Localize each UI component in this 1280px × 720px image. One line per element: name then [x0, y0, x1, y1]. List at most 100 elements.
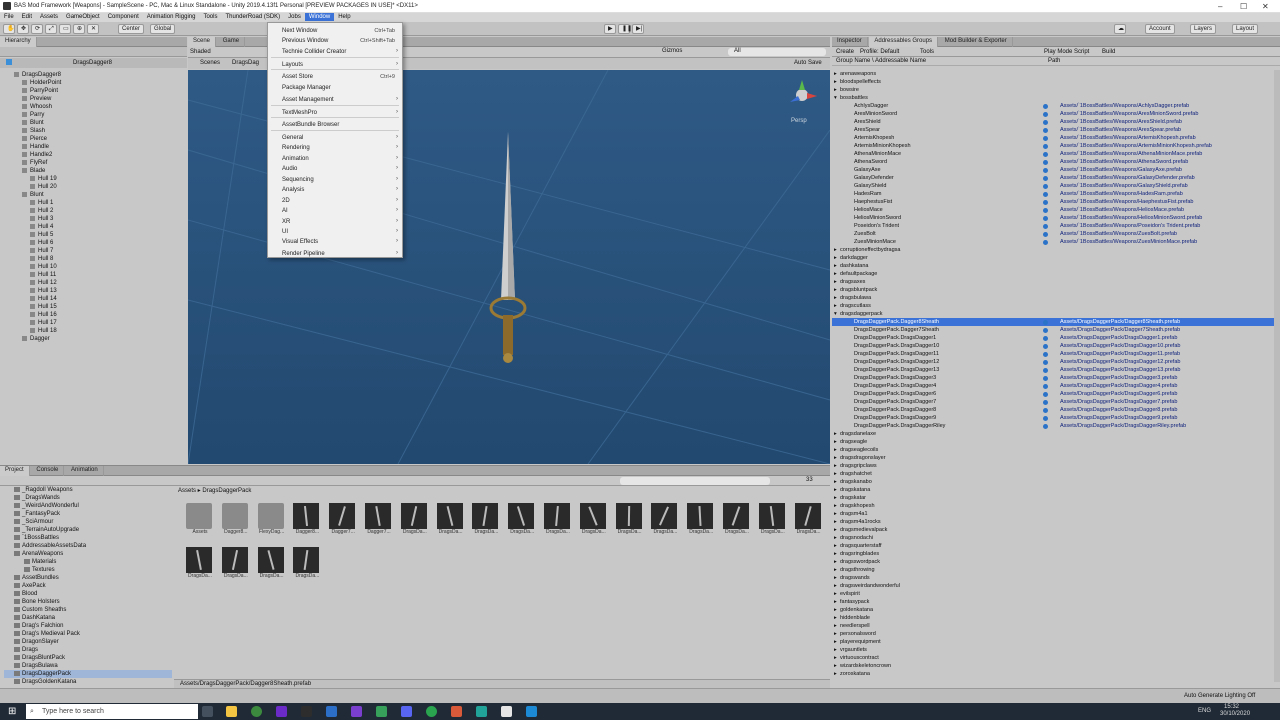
pivot-center-button[interactable]: Center: [118, 24, 145, 34]
collapsed-arrow-icon[interactable]: ▸: [834, 502, 837, 510]
menu-component[interactable]: Component: [104, 13, 143, 21]
project-folder[interactable]: _SciArmour: [4, 518, 172, 526]
asset-tile[interactable]: DragsDa...: [472, 503, 500, 539]
addressable-group[interactable]: ▸ dragshatchet: [832, 470, 1274, 478]
tools-dropdown[interactable]: Tools: [920, 49, 934, 55]
project-search-input[interactable]: [620, 477, 770, 485]
create-dropdown[interactable]: Create: [836, 49, 854, 55]
addressable-entry[interactable]: DragsDaggerPack.DragsDagger11 Assets/Drag…: [832, 350, 1274, 358]
window-menu-item[interactable]: 2D: [282, 198, 290, 204]
discord-icon[interactable]: [401, 706, 412, 717]
project-folder[interactable]: DragonSlayer: [4, 638, 172, 646]
asset-tile[interactable]: Assets: [186, 503, 214, 539]
addressable-group[interactable]: ▸ dragsbluntpack: [832, 286, 1274, 294]
menu-edit[interactable]: Edit: [18, 13, 36, 21]
custom-tool-icon[interactable]: ✕: [87, 24, 99, 34]
hierarchy-item[interactable]: Hull 18: [0, 327, 187, 335]
project-folder[interactable]: AddressableAssetsData: [4, 542, 172, 550]
collapsed-arrow-icon[interactable]: ▸: [834, 494, 837, 502]
collapsed-arrow-icon[interactable]: ▸: [834, 590, 837, 598]
unity-editor-icon[interactable]: [501, 706, 512, 717]
menu-assets[interactable]: Assets: [36, 13, 62, 21]
minimize-icon[interactable]: –: [1218, 2, 1222, 11]
tab-game[interactable]: Game: [218, 37, 246, 47]
window-menu-item[interactable]: Audio: [282, 166, 297, 172]
app-icon-6[interactable]: [476, 706, 487, 717]
hierarchy-item[interactable]: Pierce: [0, 135, 187, 143]
tab-inspector[interactable]: Inspector: [832, 37, 868, 47]
collapsed-arrow-icon[interactable]: ▸: [834, 534, 837, 542]
collapsed-arrow-icon[interactable]: ▸: [834, 254, 837, 262]
collapsed-arrow-icon[interactable]: ▸: [834, 78, 837, 86]
asset-tile[interactable]: DragsDa...: [186, 547, 214, 583]
menu-help[interactable]: Help: [334, 13, 354, 21]
window-menu-item[interactable]: Layouts: [282, 62, 303, 68]
collapsed-arrow-icon[interactable]: ▸: [834, 486, 837, 494]
tab-project[interactable]: Project: [0, 466, 30, 476]
menu-animation-rigging[interactable]: Animation Rigging: [143, 13, 200, 21]
project-folder[interactable]: Materials: [4, 558, 172, 566]
collapsed-arrow-icon[interactable]: ▸: [834, 598, 837, 606]
collapsed-arrow-icon[interactable]: ▸: [834, 70, 837, 78]
hierarchy-item[interactable]: Slash: [0, 127, 187, 135]
breadcrumb-assets[interactable]: Assets: [178, 488, 196, 494]
collapsed-arrow-icon[interactable]: ▸: [834, 670, 837, 678]
collapsed-arrow-icon[interactable]: ▸: [834, 470, 837, 478]
asset-tile[interactable]: Dagger8...: [221, 503, 250, 539]
window-menu-item[interactable]: UI: [282, 229, 288, 235]
layers-dropdown[interactable]: Layers: [1190, 24, 1217, 34]
addressable-group[interactable]: ▸ dragsringblades: [832, 550, 1274, 558]
hierarchy-item[interactable]: ParryPoint: [0, 87, 187, 95]
hierarchy-item[interactable]: Hull 5: [0, 231, 187, 239]
collapsed-arrow-icon[interactable]: ▸: [834, 606, 837, 614]
collapsed-arrow-icon[interactable]: ▸: [834, 278, 837, 286]
window-menu-item[interactable]: Animation: [282, 156, 309, 162]
addressable-entry[interactable]: DragsDaggerPack.Dagger8Sheath Assets/Drag…: [832, 318, 1274, 326]
window-menu-item[interactable]: Rendering: [282, 145, 310, 151]
addressable-entry[interactable]: DragsDaggerPack.DragsDagger10 Assets/Drag…: [832, 342, 1274, 350]
hierarchy-item[interactable]: Hull 15: [0, 303, 187, 311]
addressable-group[interactable]: ▸ dragscutlass: [832, 302, 1274, 310]
language-indicator[interactable]: ENG: [1198, 708, 1211, 714]
addressable-group[interactable]: ▸ dragswands: [832, 574, 1274, 582]
addressable-group[interactable]: ▸ corruptioneffectbydragsa: [832, 246, 1274, 254]
window-menu-item[interactable]: Sequencing: [282, 177, 314, 183]
asset-tile[interactable]: DragsDa...: [544, 503, 572, 539]
addressable-group[interactable]: ▸ wizardskeletoncrown: [832, 662, 1274, 670]
column-path[interactable]: Path: [1048, 58, 1060, 64]
addressable-group[interactable]: ▸ bloodspelleffects: [832, 78, 1274, 86]
addressable-group[interactable]: ▸ defaultpackage: [832, 270, 1274, 278]
addressable-group[interactable]: ▸ playerequipment: [832, 638, 1274, 646]
orientation-gizmo[interactable]: [790, 80, 817, 102]
collapsed-arrow-icon[interactable]: ▸: [834, 286, 837, 294]
hierarchy-item[interactable]: Hull 3: [0, 215, 187, 223]
hand-tool-icon[interactable]: ✋: [3, 24, 15, 34]
collapsed-arrow-icon[interactable]: ▸: [834, 582, 837, 590]
app-icon-5[interactable]: [451, 706, 462, 717]
close-icon[interactable]: ✕: [1262, 2, 1269, 11]
addressable-group[interactable]: ▸ arenaweapons: [832, 70, 1274, 78]
collapsed-arrow-icon[interactable]: ▸: [834, 478, 837, 486]
collapsed-arrow-icon[interactable]: ▸: [834, 246, 837, 254]
tab-console[interactable]: Console: [31, 466, 65, 476]
hierarchy-item[interactable]: Hull 12: [0, 279, 187, 287]
collapsed-arrow-icon[interactable]: ▸: [834, 430, 837, 438]
rect-tool-icon[interactable]: ▭: [59, 24, 71, 34]
addressable-entry[interactable]: DragsDaggerPack.DragsDaggerRiley Assets/D…: [832, 422, 1274, 430]
addressable-group[interactable]: ▸ bowsire: [832, 86, 1274, 94]
addressable-group[interactable]: ▸ dragskatana: [832, 486, 1274, 494]
visual-studio-icon[interactable]: [351, 706, 362, 717]
addressable-entry[interactable]: DragsDaggerPack.DragsDagger9 Assets/Drags…: [832, 414, 1274, 422]
asset-tile[interactable]: DragsDa...: [687, 503, 715, 539]
asset-tile[interactable]: Dagger8...: [293, 503, 321, 539]
hierarchy-item[interactable]: Blunt: [0, 119, 187, 127]
asset-tile[interactable]: DragsDa...: [400, 503, 429, 539]
addressable-group[interactable]: ▸ dragsquarterstaff: [832, 542, 1274, 550]
hierarchy-item[interactable]: Handle2: [0, 151, 187, 159]
collab-icon[interactable]: ☁: [1114, 24, 1126, 34]
window-menu-item[interactable]: Previous Window: [282, 38, 328, 44]
window-menu-item[interactable]: Next Window: [282, 28, 317, 34]
breadcrumb-leaf[interactable]: DragsDaggerPack: [202, 488, 251, 494]
collapsed-arrow-icon[interactable]: ▸: [834, 510, 837, 518]
window-menu-item[interactable]: Asset Management: [282, 97, 334, 103]
